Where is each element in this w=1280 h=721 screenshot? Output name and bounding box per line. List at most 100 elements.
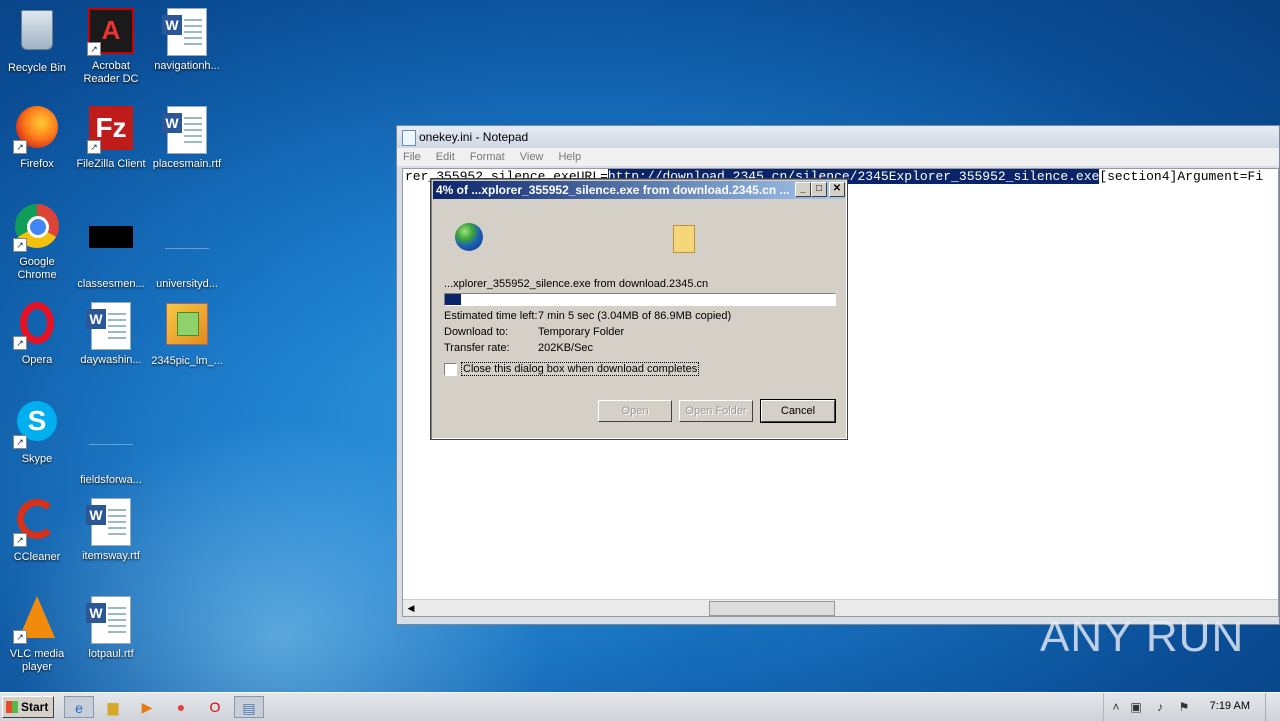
open-folder-button[interactable]: Open Folder (679, 400, 753, 422)
close-when-done-label[interactable]: Close this dialog box when download comp… (461, 362, 700, 376)
chrome-icon: ↗ (13, 204, 61, 252)
desktop-icon-navigationh[interactable]: W navigationh... (150, 6, 224, 73)
desktop-icon-ccleaner[interactable]: ↗ CCleaner (0, 496, 74, 564)
notepad-menu-bar: File Edit Format View Help (397, 148, 1279, 166)
close-when-done-checkbox[interactable] (444, 363, 457, 376)
desktop-icon-filezilla[interactable]: Fz ↗ FileZilla Client (74, 104, 148, 171)
scroll-left-icon[interactable]: ◀ (403, 600, 419, 616)
menu-edit[interactable]: Edit (436, 151, 455, 163)
dialog-title-bar[interactable]: 4% of ...xplorer_355952_silence.exe from… (433, 181, 845, 199)
word-doc-icon: W (86, 302, 135, 350)
info-row-time: Estimated time left: 7 min 5 sec (3.04MB… (444, 310, 731, 322)
desktop-icon-chrome[interactable]: ↗ Google Chrome (0, 202, 74, 282)
desktop-icon-label: lotpaul.rtf (88, 648, 134, 660)
info-label: Estimated time left: (444, 310, 538, 322)
word-doc-icon: W (162, 106, 211, 154)
opera-icon[interactable]: O (200, 696, 230, 718)
cancel-button[interactable]: Cancel (760, 399, 836, 423)
desktop-icon-label: VLC media player (9, 648, 65, 673)
desktop-icon-universityd[interactable]: universityd... (150, 202, 224, 291)
close-button[interactable]: ✕ (829, 182, 845, 197)
menu-format[interactable]: Format (470, 151, 505, 163)
info-row-transfer-rate: Transfer rate: 202KB/Sec (444, 342, 593, 354)
globe-icon (455, 223, 483, 251)
desktop-icon-label: itemsway.rtf (82, 550, 140, 562)
shortcut-arrow-icon: ↗ (87, 140, 101, 154)
menu-view[interactable]: View (520, 151, 544, 163)
shortcut-arrow-icon: ↗ (13, 435, 27, 449)
notepad-title: onekey.ini - Notepad (419, 130, 529, 144)
desktop-icon-label: universityd... (156, 278, 218, 290)
desktop-icon-label: daywashin... (80, 354, 142, 366)
start-button[interactable]: Start (2, 696, 54, 718)
desktop-icon-skype[interactable]: S ↗ Skype (0, 398, 74, 466)
minimize-button[interactable]: _ (795, 182, 811, 197)
black-file-icon (87, 226, 135, 274)
text-after: [section4]Argument=Fi (1099, 169, 1264, 184)
desktop-icon-firefox[interactable]: ↗ Firefox (0, 104, 74, 171)
chrome-icon[interactable]: ● (166, 696, 196, 718)
info-value: 202KB/Sec (538, 342, 594, 354)
opera-icon: ↗ (13, 302, 61, 350)
desktop-icon-classesmen[interactable]: classesmen... (74, 202, 148, 291)
volume-icon[interactable]: ♪ (1152, 699, 1168, 715)
word-doc-icon: W (86, 596, 135, 644)
taskbar: Start e ▆ ▶ ● O ▤ ˄ ▣ ♪ ⚑ 7:19 AM (0, 692, 1280, 721)
desktop-icon-vlc[interactable]: ↗ VLC media player (0, 594, 74, 674)
explorer-icon[interactable]: ▆ (98, 696, 128, 718)
word-doc-icon: W (162, 8, 211, 56)
filezilla-icon: Fz ↗ (87, 106, 135, 154)
vlc-icon: ↗ (13, 596, 61, 644)
recycle-bin-icon (13, 10, 61, 58)
menu-file[interactable]: File (403, 151, 421, 163)
skype-icon: S ↗ (13, 401, 61, 449)
blank-file-icon (163, 226, 211, 274)
desktop-icon-2345pic[interactable]: 2345pic_lm_... (150, 300, 224, 368)
desktop-icon-opera[interactable]: ↗ Opera (0, 300, 74, 367)
show-desktop-button[interactable] (1265, 693, 1280, 721)
download-file-line: ...xplorer_355952_silence.exe from downl… (444, 278, 709, 290)
open-button[interactable]: Open (598, 400, 672, 422)
info-row-download-to: Download to: Temporary Folder (444, 326, 624, 338)
shortcut-arrow-icon: ↗ (87, 42, 101, 56)
desktop-icon-itemsway[interactable]: W itemsway.rtf (74, 496, 148, 563)
clock[interactable]: 7:19 AM (1210, 700, 1250, 712)
desktop-icon-lotpaul[interactable]: W lotpaul.rtf (74, 594, 148, 661)
notepad-title-bar[interactable]: onekey.ini - Notepad (397, 126, 1279, 148)
show-hidden-icons-icon[interactable]: ˄ (1108, 699, 1124, 715)
folder-icon (673, 225, 695, 253)
menu-help[interactable]: Help (558, 151, 581, 163)
watermark: ANY RUN (1040, 612, 1245, 661)
desktop-icon-acrobat[interactable]: A ↗ Acrobat Reader DC (74, 6, 148, 86)
notepad-icon[interactable]: ▤ (234, 696, 264, 718)
desktop-icon-label: Skype (21, 453, 53, 465)
desktop-icon-label: fieldsforwa... (80, 474, 142, 486)
media-player-icon[interactable]: ▶ (132, 696, 162, 718)
notepad-icon (402, 130, 416, 146)
desktop-icon-label: Recycle Bin (7, 62, 67, 74)
download-progress-bar (444, 293, 836, 306)
desktop-icon-fieldsforwa[interactable]: fieldsforwa... (74, 398, 148, 487)
installer-icon (163, 303, 211, 351)
scrollbar-thumb[interactable] (709, 601, 835, 616)
info-value: Temporary Folder (538, 326, 625, 338)
desktop-icon-label: FileZilla Client (76, 158, 146, 170)
network-icon[interactable]: ▣ (1128, 699, 1144, 715)
firefox-icon: ↗ (13, 106, 61, 154)
desktop-icon-label: classesmen... (77, 278, 145, 290)
desktop-icon-label: Opera (21, 354, 53, 366)
desktop-icon-recycle-bin[interactable]: Recycle Bin (0, 6, 74, 75)
info-label: Download to: (444, 326, 509, 338)
ie-icon[interactable]: e (64, 696, 94, 718)
shortcut-arrow-icon: ↗ (13, 140, 27, 154)
desktop-icon-label: Firefox (20, 158, 54, 170)
download-dialog[interactable]: 4% of ...xplorer_355952_silence.exe from… (430, 178, 848, 440)
info-value: 7 min 5 sec (3.04MB of 86.9MB copied) (538, 310, 732, 322)
acrobat-icon: A ↗ (87, 8, 135, 56)
desktop-icon-label: navigationh... (154, 60, 220, 72)
desktop-icon-daywashin[interactable]: W daywashin... (74, 300, 148, 367)
maximize-button[interactable]: □ (811, 182, 827, 197)
windows-flag-icon (6, 701, 18, 713)
desktop-icon-placesmain[interactable]: W placesmain.rtf (150, 104, 224, 171)
action-center-icon[interactable]: ⚑ (1176, 699, 1192, 715)
